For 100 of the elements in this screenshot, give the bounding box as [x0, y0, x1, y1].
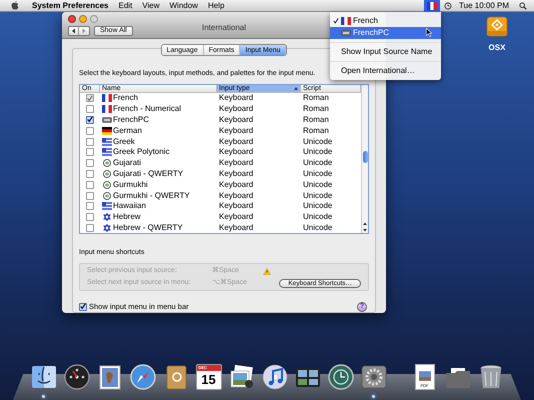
table-cell-text: Unicode: [302, 136, 334, 147]
script-icon: [102, 180, 112, 189]
flag-icon: [102, 105, 112, 114]
smiling-face-logo-icon[interactable]: [30, 364, 56, 390]
source-name: Gurmukhi - QWERTY: [113, 190, 190, 201]
flag-icon: [102, 94, 112, 102]
checkmark-icon: [80, 303, 86, 310]
source-name: Hebrew - QWERTY: [113, 222, 183, 233]
drive-label: OSX: [488, 42, 506, 54]
sort-ascending-icon: [294, 87, 298, 90]
table-cell-text: Unicode: [302, 222, 334, 233]
checkbox[interactable]: [86, 138, 94, 146]
menu-item[interactable]: Show Input Source Name: [330, 46, 441, 58]
source-name: Hebrew: [113, 212, 141, 222]
trash-icon[interactable]: [478, 364, 504, 390]
checkbox[interactable]: [86, 180, 94, 189]
star-icon: [102, 213, 112, 222]
table-cell-text: Keyboard: [218, 136, 254, 147]
menu-item[interactable]: French: [330, 15, 441, 27]
flag-icon: [102, 202, 112, 210]
menu-item[interactable]: Window: [170, 0, 198, 12]
flag-icon: [102, 148, 112, 156]
checkbox[interactable]: [86, 202, 94, 210]
flag-icon: [102, 138, 112, 146]
table-cell-text: Roman: [302, 93, 330, 104]
checkbox[interactable]: [86, 126, 94, 135]
source-name: Greek Polytonic: [113, 147, 170, 158]
scroll-up-icon[interactable]: [362, 221, 368, 227]
table-cell-text: Unicode: [302, 212, 334, 222]
checkbox[interactable]: [86, 170, 94, 178]
clock-history-icon[interactable]: [444, 2, 452, 10]
checkmark-icon: [87, 94, 93, 102]
table-cell-text: Unicode: [302, 180, 334, 190]
table-cell-text: Keyboard: [218, 158, 254, 168]
photos-icon[interactable]: [228, 364, 254, 390]
menu-clock[interactable]: Tue 10:00 PM: [459, 0, 509, 12]
table-cell-text: Unicode: [302, 201, 334, 212]
source-name: Gurmukhi: [113, 180, 148, 190]
flag-icon: [427, 2, 438, 10]
source-name: Greek: [113, 136, 135, 147]
table-cell-text: Unicode: [302, 168, 334, 179]
table-cell-text: Keyboard: [218, 168, 254, 179]
stamp-icon[interactable]: [96, 364, 122, 390]
gear-icon[interactable]: [360, 364, 386, 390]
menu-item[interactable]: Edit: [118, 0, 132, 12]
script-icon: [102, 159, 112, 168]
source-name: French: [113, 93, 138, 104]
menu-item[interactable]: Open International…: [330, 65, 441, 77]
checkmark-icon: [87, 116, 93, 124]
table-cell-text: Keyboard: [218, 190, 254, 201]
minimize-button[interactable]: [79, 15, 87, 23]
menu-item[interactable]: View: [142, 0, 160, 12]
scroll-down-icon[interactable]: [362, 227, 368, 233]
flag-icon: [102, 126, 112, 135]
table-cell-text: Unicode: [302, 190, 334, 201]
checkbox[interactable]: [86, 224, 94, 232]
table-cell-text: Keyboard: [218, 93, 254, 104]
clock-icon[interactable]: [328, 364, 354, 390]
source-name: Gujarati - QWERTY: [113, 168, 184, 179]
table-cell-text: Keyboard: [218, 212, 254, 222]
scroll-thumb[interactable]: [362, 151, 368, 163]
keyboard-icon: [102, 116, 112, 124]
app-menu[interactable]: System Preferences: [32, 0, 108, 12]
table-cell-text: Keyboard: [218, 180, 254, 190]
window-title: International: [202, 23, 246, 32]
gauge-icon[interactable]: [64, 364, 90, 390]
music-cd-icon[interactable]: [262, 364, 288, 390]
scrollbar[interactable]: [361, 85, 368, 233]
menu-item[interactable]: FrenchPC: [330, 27, 441, 39]
checkbox[interactable]: [86, 116, 94, 124]
checkbox[interactable]: [86, 213, 94, 222]
checkbox[interactable]: [79, 302, 87, 311]
table-cell-text: Unicode: [302, 158, 334, 168]
table-cell-text: Roman: [302, 126, 330, 136]
table-cell-text: Roman: [302, 104, 330, 114]
calendar-day: 15: [196, 371, 220, 389]
star-icon: [102, 224, 112, 232]
checkbox[interactable]: [86, 148, 94, 156]
table-cell-text: Keyboard: [218, 222, 254, 233]
checkbox[interactable]: [86, 105, 94, 114]
input-menu-extra[interactable]: [424, 0, 440, 12]
table-cell-text: Unicode: [302, 147, 334, 158]
apple-logo-icon[interactable]: [11, 1, 19, 10]
drive-icon[interactable]: [485, 14, 509, 38]
source-name: Gujarati: [113, 158, 142, 168]
table-cell-text: Roman: [302, 114, 330, 125]
table-cell-text: Keyboard: [218, 114, 254, 125]
source-name: Hawaiian: [113, 201, 146, 212]
back-forward-control[interactable]: [68, 26, 90, 36]
checkbox[interactable]: [86, 192, 94, 200]
checkbox[interactable]: [86, 159, 94, 168]
table-cell-text: Keyboard: [218, 201, 254, 212]
flag-icon: [341, 17, 351, 25]
search-icon[interactable]: [519, 2, 527, 10]
checkmark-icon: [333, 18, 339, 24]
close-button[interactable]: [68, 15, 76, 23]
source-name: German: [113, 126, 142, 136]
menu-item[interactable]: Help: [208, 0, 224, 12]
compass-icon[interactable]: [130, 364, 156, 390]
table-cell-text: Keyboard: [218, 126, 254, 136]
